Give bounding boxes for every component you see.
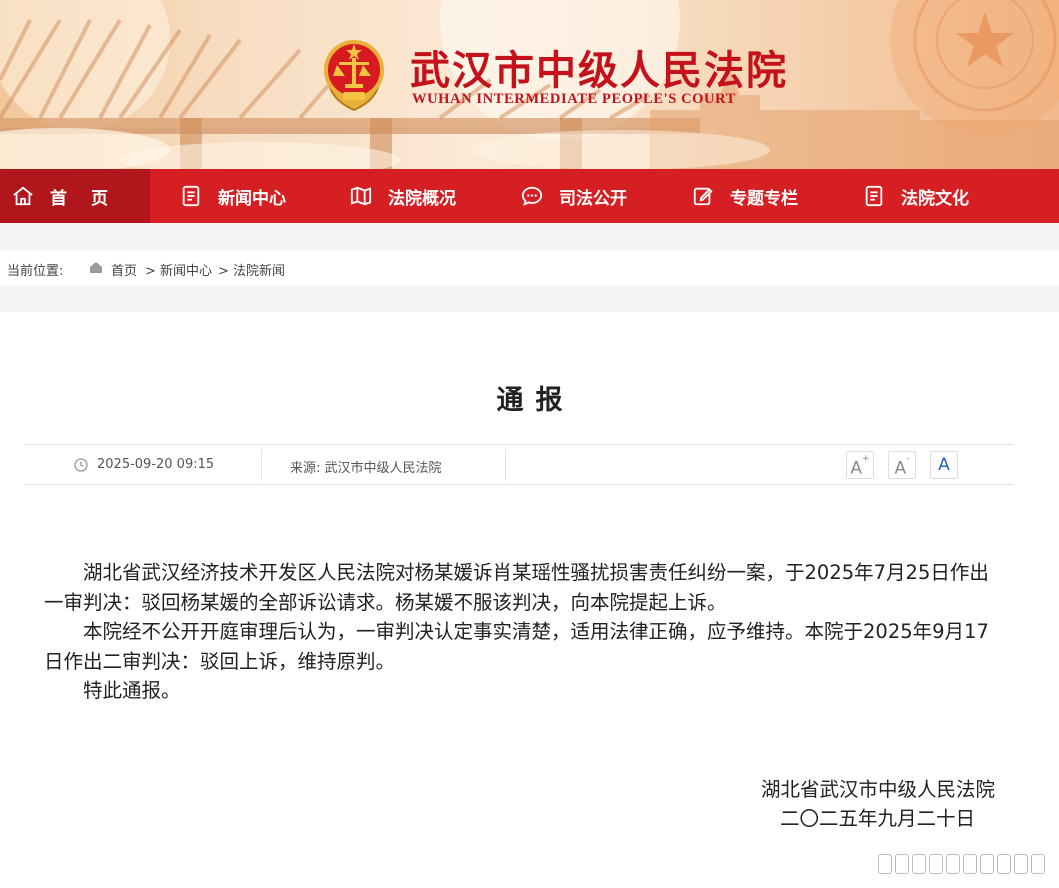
document-icon — [182, 185, 200, 207]
font-size-default-button[interactable]: A — [930, 451, 958, 479]
nav-label: 法院概况 — [388, 188, 456, 209]
publish-date: 2025-09-20 09:15 — [74, 457, 214, 472]
nav-label: 首页 — [50, 188, 132, 209]
font-size-decrease-button[interactable]: A- — [888, 451, 916, 479]
home-icon — [90, 262, 102, 273]
signature-org: 湖北省武汉市中级人民法院 — [760, 778, 995, 801]
home-icon — [13, 186, 33, 206]
article-meta-bar: 2025-09-20 09:15 来源: 武汉市中级人民法院 A+ A- A — [24, 444, 1014, 485]
publish-date-text: 2025-09-20 09:15 — [97, 457, 215, 472]
article-body: 湖北省武汉经济技术开发区人民法院对杨某媛诉肖某瑶性骚扰损害责任纠纷一案，于202… — [44, 558, 1004, 706]
nav-label: 专题专栏 — [730, 188, 798, 209]
nav-item-judicial[interactable]: 司法公开 — [521, 169, 627, 223]
nav-label: 新闻中心 — [218, 188, 286, 209]
nav-item-overview[interactable]: 法院概况 — [350, 169, 456, 223]
header-banner: 武汉市中级人民法院 WUHAN INTERMEDIATE PEOPLE'S CO… — [0, 0, 1059, 169]
meta-divider — [261, 449, 262, 481]
meta-divider — [505, 449, 506, 481]
chat-icon — [521, 186, 543, 206]
article-paragraph: 湖北省武汉经济技术开发区人民法院对杨某媛诉肖某瑶性骚扰损害责任纠纷一案，于202… — [44, 561, 989, 614]
breadcrumb: 当前位置: 首页 > 新闻中心 > 法院新闻 — [0, 250, 1059, 286]
edit-icon — [693, 187, 713, 206]
main-nav: 首页 新闻中心 法院概况 司法公开 专题专栏 法院文化 — [0, 169, 1059, 223]
font-button-label: A — [894, 458, 907, 479]
nav-item-culture[interactable]: 法院文化 — [863, 169, 969, 223]
document-icon — [865, 185, 883, 207]
breadcrumb-news-link[interactable]: > 新闻中心 — [145, 260, 212, 279]
font-size-increase-button[interactable]: A+ — [846, 451, 874, 479]
signature-date: 二〇二五年九月二十日 — [779, 807, 975, 830]
article-paragraph: 本院经不公开开庭审理后认为，一审判决认定事实清楚，适用法律正确，应予维持。本院于… — [44, 620, 989, 673]
font-button-label: A — [938, 455, 950, 475]
nav-label: 法院文化 — [901, 188, 969, 209]
breadcrumb-court-news-link[interactable]: > 法院新闻 — [218, 260, 285, 279]
article-source: 来源: 武汉市中级人民法院 — [290, 461, 442, 476]
nav-item-home[interactable]: 首页 — [0, 169, 150, 223]
divider-band — [0, 286, 1059, 312]
article-signature-block: 湖北省武汉市中级人民法院 二〇二五年九月二十日 — [761, 775, 995, 833]
font-button-label: A — [850, 458, 863, 479]
divider-band — [0, 223, 1059, 250]
nav-label: 司法公开 — [559, 188, 627, 209]
court-name-en: WUHAN INTERMEDIATE PEOPLE'S COURT — [412, 91, 736, 107]
article-paragraph: 特此通报。 — [83, 679, 181, 702]
nav-item-news[interactable]: 新闻中心 — [180, 169, 286, 223]
breadcrumb-prefix: 当前位置: — [7, 264, 64, 279]
watermark-glyphs — [878, 854, 1045, 874]
court-emblem-icon — [324, 40, 384, 112]
map-icon — [350, 186, 372, 206]
nav-item-special[interactable]: 专题专栏 — [692, 169, 798, 223]
court-name-cn: 武汉市中级人民法院 — [410, 47, 788, 94]
clock-icon — [74, 457, 88, 472]
breadcrumb-home-link[interactable]: 首页 — [111, 260, 137, 279]
article-title: 通报 — [496, 385, 575, 416]
